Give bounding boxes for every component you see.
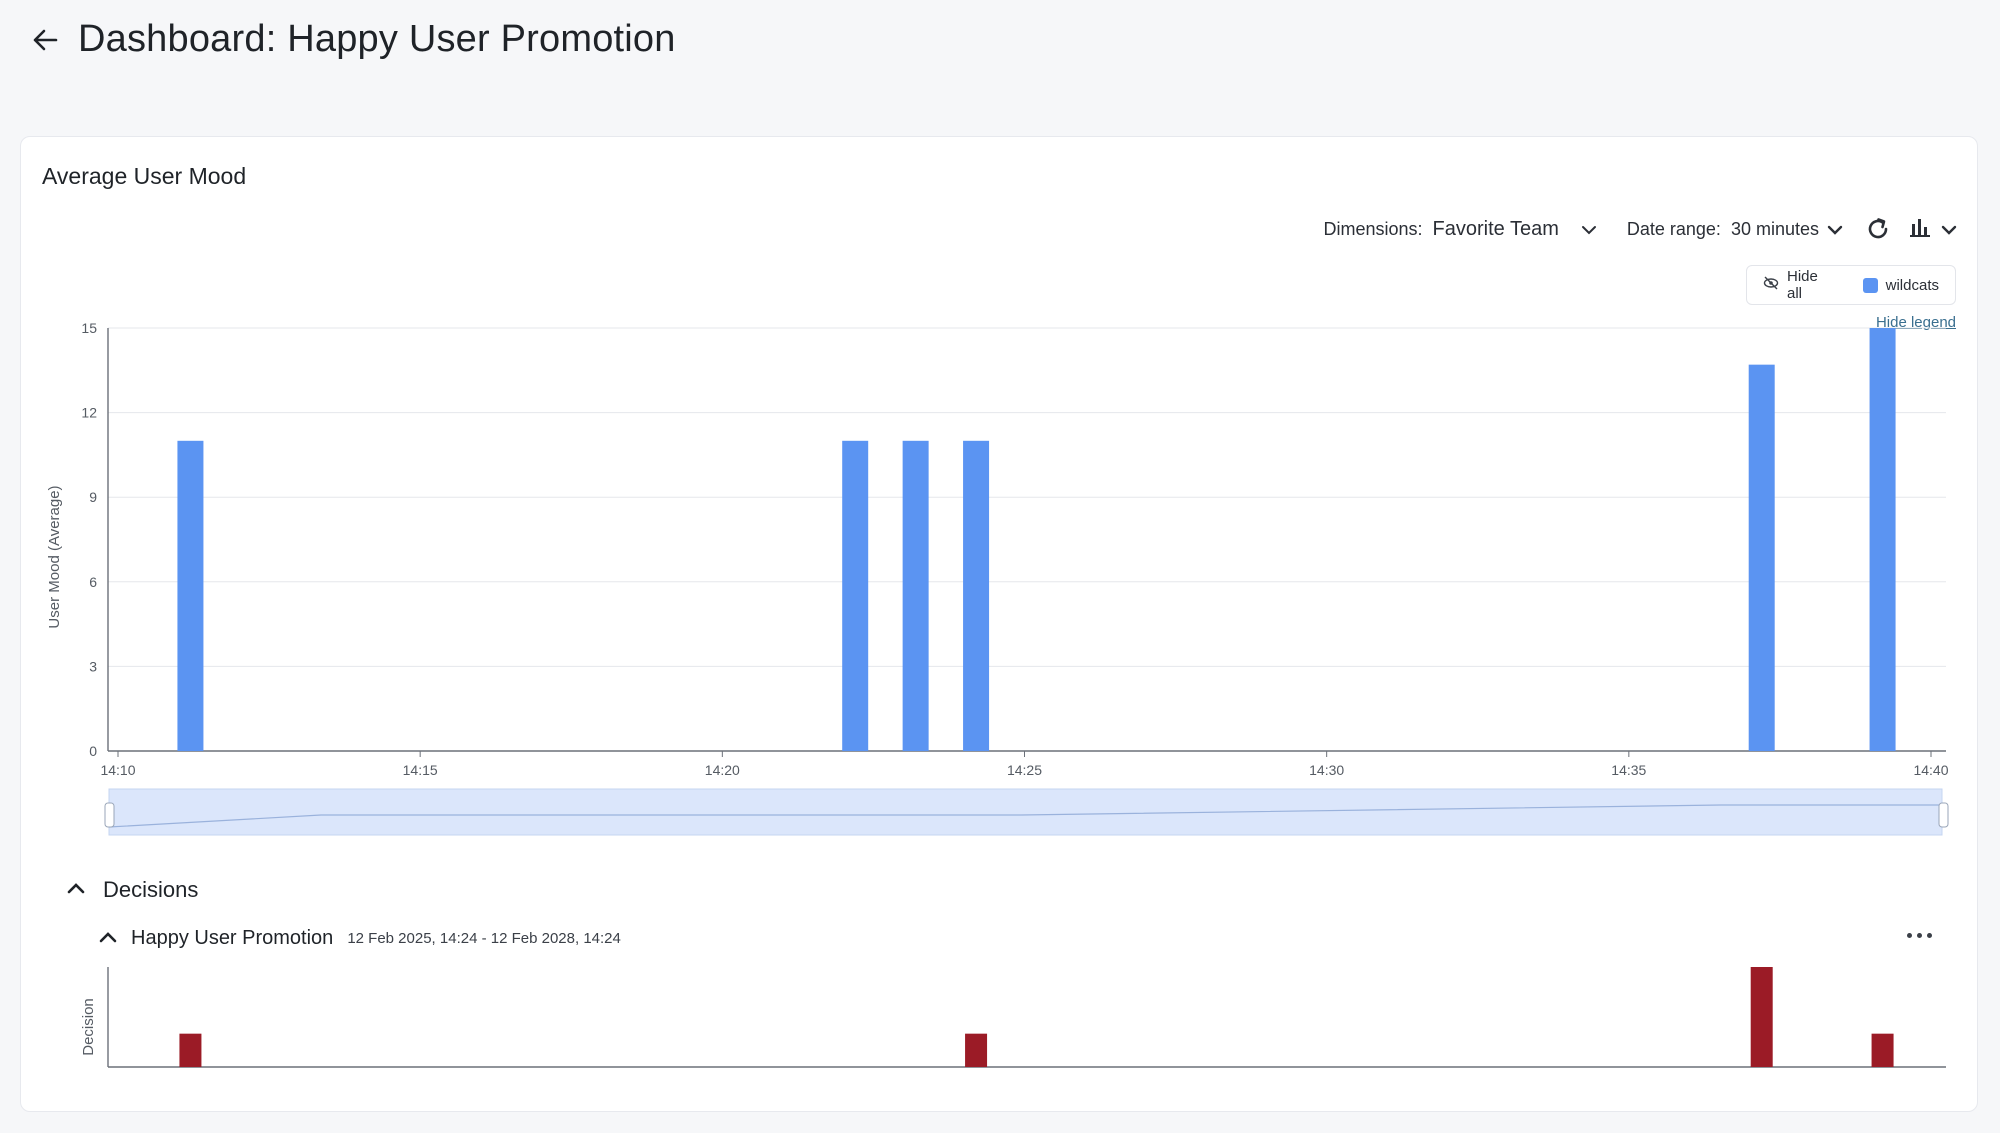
decision-name: Happy User Promotion: [131, 927, 334, 949]
chart-card: Average User Mood Dimensions: Favorite T…: [20, 136, 1978, 1112]
y-tick-label: 6: [89, 574, 97, 590]
dimensions-value: Favorite Team: [1432, 217, 1559, 240]
navigator-right-handle[interactable]: [1938, 802, 1949, 828]
chevron-up-icon[interactable]: [99, 930, 117, 948]
x-tick-label: 14:40: [1913, 762, 1948, 778]
decisions-title: Decisions: [103, 877, 199, 902]
decision-axis-label: Decision: [80, 998, 97, 1056]
dimensions-select[interactable]: Favorite Team: [1433, 218, 1597, 241]
bar: [1869, 328, 1896, 751]
chevron-down-icon: [1581, 219, 1597, 240]
y-axis-label: User Mood (Average): [46, 485, 63, 628]
chart-type-select[interactable]: [1909, 216, 1957, 243]
legend-swatch: [1862, 277, 1878, 293]
legend-label: wildcats: [1885, 276, 1939, 294]
y-tick-label: 15: [81, 320, 97, 336]
y-tick-label: 12: [81, 405, 97, 421]
x-tick-label: 14:35: [1611, 762, 1646, 778]
date-range-label: Date range:: [1626, 218, 1721, 239]
decision-bar: [965, 1033, 988, 1067]
range-navigator[interactable]: [104, 788, 1949, 836]
bar: [902, 440, 929, 751]
decision-dates: 12 Feb 2025, 14:24 - 12 Feb 2028, 14:24: [347, 930, 621, 947]
page-title: Dashboard: Happy User Promotion: [78, 18, 676, 60]
bar: [177, 440, 204, 751]
bar: [842, 440, 869, 751]
hide-all-button[interactable]: Hide all: [1763, 268, 1835, 302]
y-tick-label: 9: [89, 489, 97, 505]
x-tick-label: 14:10: [100, 762, 135, 778]
back-arrow-icon[interactable]: [30, 25, 60, 55]
date-range-value: 30 minutes: [1730, 218, 1819, 239]
y-tick-label: 3: [89, 658, 97, 674]
legend-item-wildcats[interactable]: wildcats: [1862, 276, 1939, 294]
navigator-left-handle[interactable]: [104, 802, 115, 828]
chart-card-title: Average User Mood: [42, 163, 247, 189]
x-tick-label: 14:15: [403, 762, 438, 778]
date-range-select[interactable]: 30 minutes: [1731, 219, 1843, 240]
chevron-up-icon: [67, 881, 85, 899]
chevron-down-icon: [1941, 219, 1957, 240]
refresh-icon[interactable]: [1865, 216, 1891, 242]
y-tick-label: 0: [89, 743, 97, 759]
decision-bar: [1871, 1033, 1894, 1067]
decision-chart: Decision: [80, 967, 1946, 1068]
decisions-toggle[interactable]: Decisions: [67, 877, 198, 903]
x-tick-label: 14:30: [1309, 762, 1344, 778]
more-options-icon[interactable]: [1907, 933, 1932, 938]
bar: [963, 440, 990, 751]
dimensions-label: Dimensions:: [1323, 218, 1423, 239]
mood-chart: 0 3 6 9 12 15 14:10 14:15 14:20 14:25 14:30 14:35 1…: [46, 320, 1949, 836]
x-tick-label: 14:25: [1007, 762, 1042, 778]
chart-legend: Hide all wildcats: [1746, 265, 1956, 305]
hide-all-label: Hide all: [1787, 268, 1818, 302]
x-tick-label: 14:20: [705, 762, 740, 778]
bar: [1748, 364, 1775, 751]
decision-item: Happy User Promotion 12 Feb 2025, 14:24 …: [99, 927, 621, 950]
decision-bar: [179, 1033, 202, 1067]
decision-bar: [1750, 967, 1773, 1067]
eye-off-icon: [1763, 276, 1779, 294]
chevron-down-icon: [1827, 219, 1843, 240]
page-header: Dashboard: Happy User Promotion: [30, 18, 676, 61]
chart-toolbar: Dimensions: Favorite Team Date range: 30…: [1323, 213, 1957, 245]
bar-chart-icon: [1909, 216, 1931, 243]
